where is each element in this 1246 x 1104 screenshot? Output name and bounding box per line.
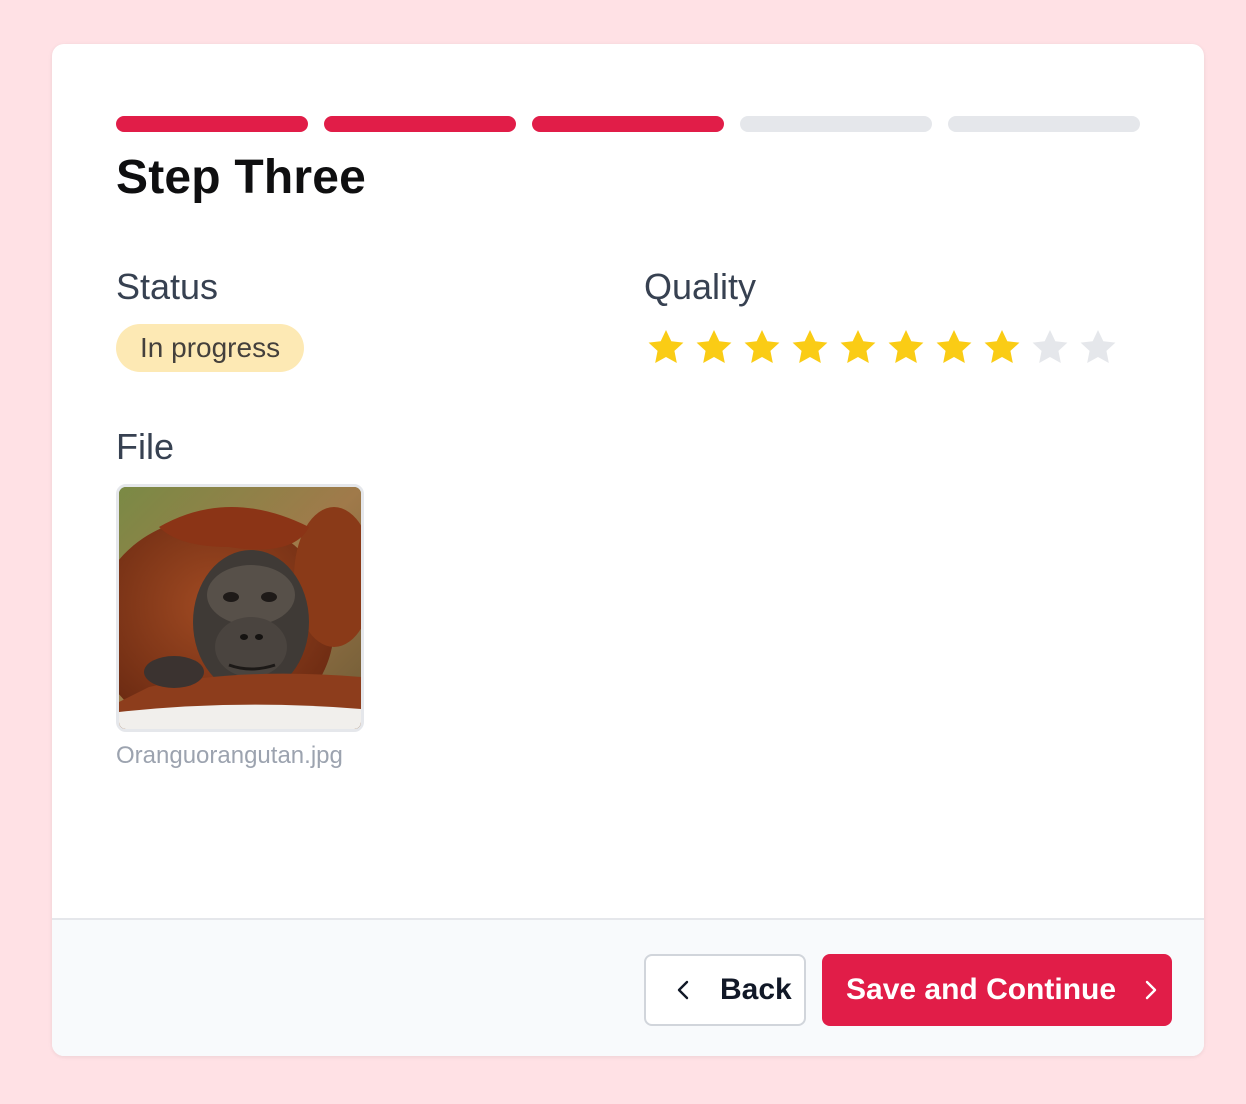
form-footer: Back Save and Continue [52, 918, 1204, 1056]
back-button-label: Back [720, 973, 792, 1006]
star-empty-icon[interactable] [1028, 326, 1072, 370]
star-filled-icon[interactable] [788, 326, 832, 370]
progress-segment-4 [740, 116, 932, 132]
star-filled-icon[interactable] [836, 326, 880, 370]
chevron-left-icon [677, 980, 689, 1000]
star-filled-icon[interactable] [740, 326, 784, 370]
file-thumbnail[interactable] [116, 484, 364, 732]
star-empty-icon[interactable] [1076, 326, 1120, 370]
star-filled-icon[interactable] [884, 326, 928, 370]
back-button[interactable]: Back [644, 954, 806, 1026]
star-filled-icon[interactable] [692, 326, 736, 370]
star-filled-icon[interactable] [644, 326, 688, 370]
quality-label: Quality [644, 266, 757, 307]
step-card: Step Three Status In progress Quality Fi… [52, 44, 1204, 1056]
progress-segment-3 [532, 116, 724, 132]
quality-rating[interactable] [644, 326, 1120, 370]
progress-segment-2 [324, 116, 516, 132]
step-progress-bar [116, 116, 1140, 132]
save-button-label: Save and Continue [846, 973, 1117, 1006]
star-filled-icon[interactable] [932, 326, 976, 370]
status-badge: In progress [116, 324, 305, 372]
page-title: Step Three [116, 151, 367, 204]
progress-segment-1 [116, 116, 308, 132]
star-filled-icon[interactable] [980, 326, 1024, 370]
progress-segment-5 [948, 116, 1140, 132]
orangutan-photo-icon [119, 487, 361, 729]
status-label: Status [116, 266, 219, 307]
save-and-continue-button[interactable]: Save and Continue [822, 954, 1172, 1026]
file-name: Oranguorangutan.jpg [116, 742, 343, 769]
chevron-right-icon [1145, 980, 1157, 1000]
file-label: File [116, 426, 175, 467]
